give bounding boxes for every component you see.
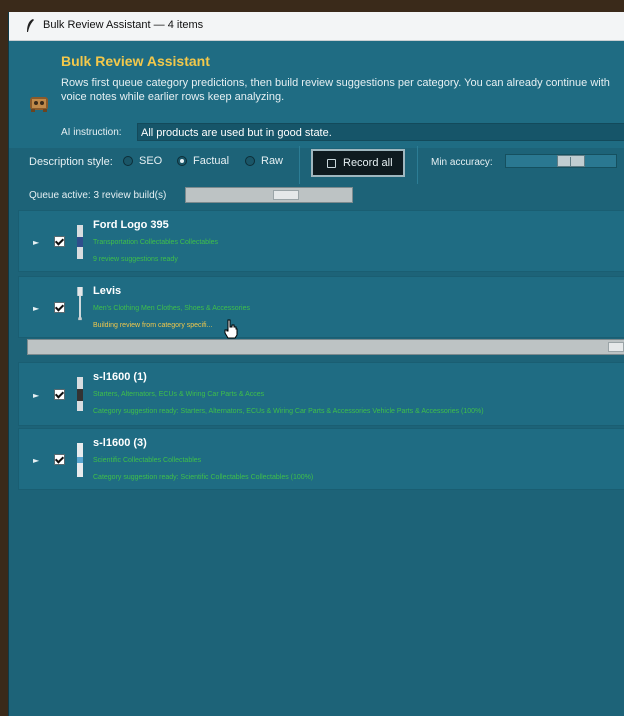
- item-status: Category suggestion ready: Starters, Alt…: [93, 408, 484, 415]
- item-name: Ford Logo 395: [93, 219, 169, 231]
- item-status: Building review from category specifi...: [93, 322, 213, 329]
- product-thumbnail: [77, 443, 83, 477]
- item-checkbox[interactable]: [54, 236, 65, 247]
- title-bar[interactable]: Bulk Review Assistant — 4 items: [9, 12, 624, 41]
- min-accuracy-label: Min accuracy:: [431, 157, 493, 168]
- ai-instruction-input[interactable]: All products are used but in good state.: [137, 123, 624, 141]
- product-thumbnail: [77, 377, 83, 411]
- expand-chevron-icon[interactable]: ►: [33, 304, 39, 313]
- item-status: Category suggestion ready: Scientific Co…: [93, 474, 314, 481]
- product-thumbnail: [77, 225, 83, 259]
- slider-handle[interactable]: [557, 155, 585, 167]
- ai-instruction-label: AI instruction:: [61, 127, 122, 138]
- style-label-raw[interactable]: Raw: [261, 155, 283, 167]
- style-radio-factual[interactable]: [177, 156, 187, 166]
- queue-status-label: Queue active: 3 review build(s): [29, 190, 167, 201]
- hedgehog-app-icon: [30, 97, 48, 112]
- style-label-seo[interactable]: SEO: [139, 155, 162, 167]
- item-row-s-l1600-3[interactable]: ► s-l1600 (3) Scientific Collectables Co…: [18, 428, 624, 490]
- hand-cursor-icon: [224, 319, 238, 339]
- separator: [299, 146, 300, 184]
- item-category: Transportation Collectables Collectables: [93, 239, 219, 246]
- item-name: Levis: [93, 285, 122, 297]
- item-category: Starters, Alternators, ECUs & Wiring Car…: [93, 391, 265, 398]
- window-title: Bulk Review Assistant — 4 items: [43, 19, 204, 31]
- expand-chevron-icon[interactable]: ►: [33, 238, 39, 247]
- expand-chevron-icon[interactable]: ►: [33, 391, 39, 400]
- description-style-label: Description style:: [29, 156, 113, 168]
- queue-progress-bar: [185, 187, 353, 203]
- item-row-ford-logo[interactable]: ► Ford Logo 395 Transportation Collectab…: [18, 210, 624, 272]
- queue-progress-indicator: [273, 190, 299, 200]
- item-checkbox[interactable]: [54, 302, 65, 313]
- item-status: 9 review suggestions ready: [93, 256, 178, 263]
- item-checkbox[interactable]: [54, 389, 65, 400]
- item-row-levis[interactable]: ► Levis Men's Clothing Men Clothes, Shoe…: [18, 276, 624, 338]
- separator: [417, 146, 418, 184]
- item-category: Men's Clothing Men Clothes, Shoes & Acce…: [93, 305, 250, 312]
- app-window: Bulk Review Assistant — 4 items Bulk Rev…: [8, 12, 624, 716]
- item-checkbox[interactable]: [54, 454, 65, 465]
- record-icon: [327, 159, 336, 168]
- style-radio-raw[interactable]: [245, 156, 255, 166]
- item-name: s-l1600 (3): [93, 437, 147, 449]
- app-heading: Bulk Review Assistant: [61, 53, 210, 69]
- item-name: s-l1600 (1): [93, 371, 147, 383]
- expand-chevron-icon[interactable]: ►: [33, 456, 39, 465]
- style-radio-seo[interactable]: [123, 156, 133, 166]
- header-panel: Bulk Review Assistant Rows first queue c…: [9, 41, 624, 148]
- feather-icon: [27, 19, 34, 32]
- item-progress-indicator: [608, 342, 624, 352]
- item-progress-bar: [27, 339, 624, 355]
- item-row-s-l1600-1[interactable]: ► s-l1600 (1) Starters, Alternators, ECU…: [18, 362, 624, 426]
- record-all-label: Record all: [343, 157, 393, 169]
- min-accuracy-slider[interactable]: [505, 154, 617, 168]
- item-category: Scientific Collectables Collectables: [93, 457, 202, 464]
- style-label-factual[interactable]: Factual: [193, 155, 229, 167]
- record-all-button[interactable]: Record all: [311, 149, 405, 177]
- product-thumbnail: [77, 287, 83, 321]
- app-description: Rows first queue category predictions, t…: [61, 77, 610, 103]
